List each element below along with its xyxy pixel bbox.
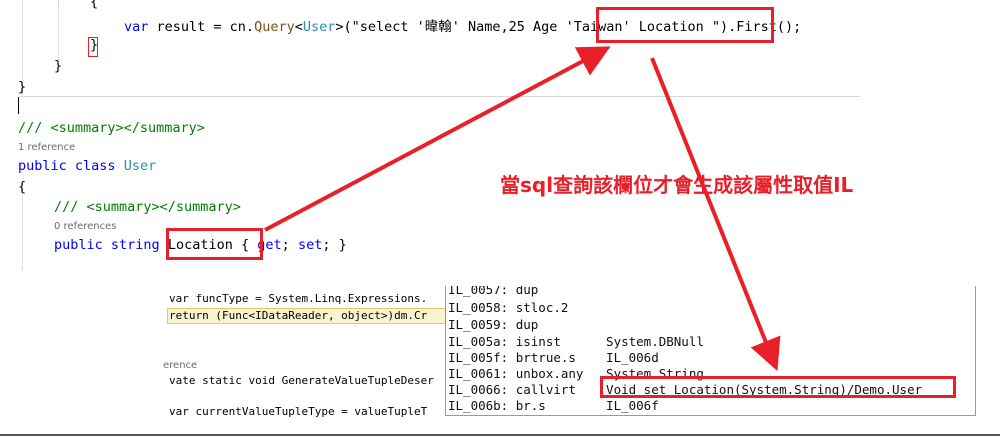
arrow-property-to-query — [264, 46, 611, 232]
arrow-query-to-il — [650, 57, 781, 372]
annotation-arrows — [264, 46, 781, 372]
